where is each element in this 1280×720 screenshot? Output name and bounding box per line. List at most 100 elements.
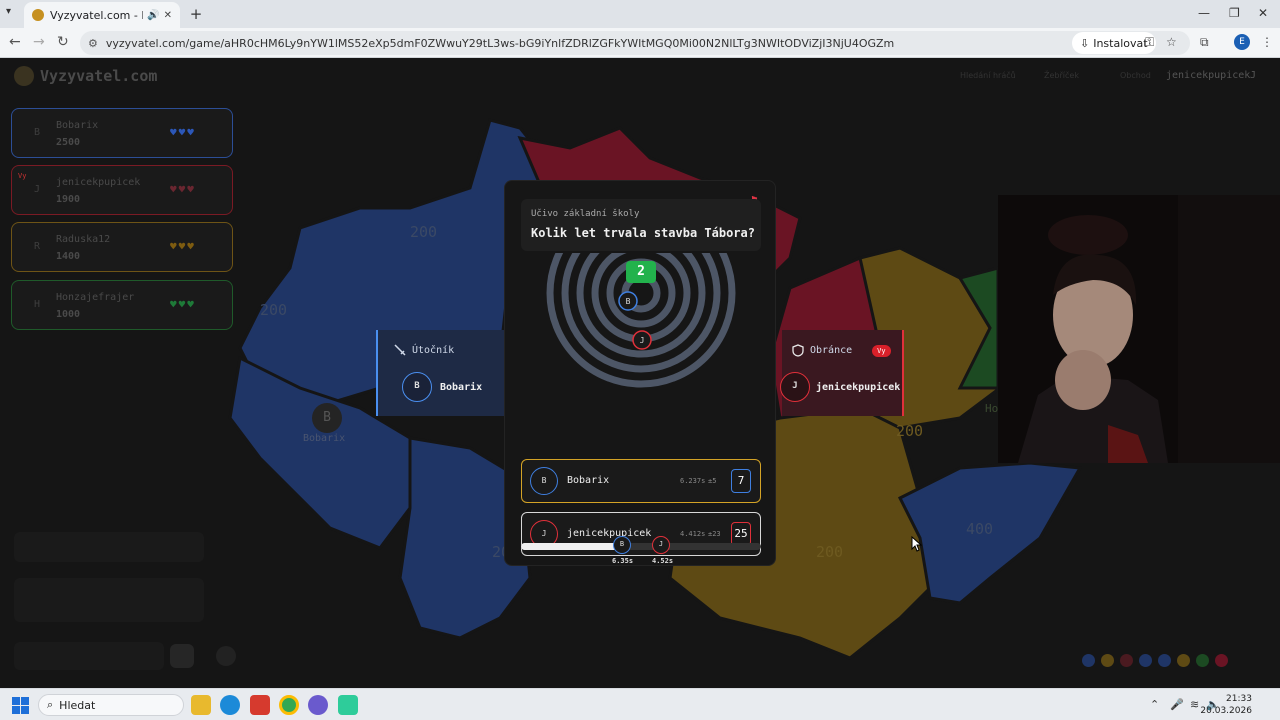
audio-playing-icon[interactable]: 🔊 [147,10,159,21]
answer-time: 6.237s [680,477,706,485]
partial-region-label: Ho [985,402,999,415]
reload-icon[interactable]: ↻ [57,34,69,50]
address-bar[interactable]: ⚙ vyzyvatel.com/game/aHR0cHM6Ly9nYW1lMS5… [80,31,1190,55]
profile-avatar[interactable]: E [1234,34,1250,50]
browser-tab-bar: ▾ Vyzyvatel.com - Komunitní 🔊 ✕ + — ❐ ✕ [0,0,1280,28]
target-marker-b: B [618,291,638,311]
clock-time: 21:33 [1226,694,1252,704]
attacker-avatar: B [402,372,432,402]
question-modal: ⚑ Učivo základní školy Kolik let trvala … [504,180,776,566]
timeline-label: 4.52s [652,557,674,565]
wifi-icon[interactable]: ≋ [1190,698,1199,711]
region-value: 200 [816,543,844,561]
chat-input[interactable] [14,642,164,670]
map-player-marker: B [312,403,342,433]
chat-tabs[interactable] [14,532,204,562]
defender-title-text: Obránce [810,345,853,356]
microphone-icon[interactable]: 🎤 [1170,698,1184,711]
player-score: 2500 [56,137,81,148]
search-icon: ⌕ [47,698,54,711]
answer-diff: ±5 [708,477,717,485]
app-icon[interactable] [338,695,358,715]
forward-icon[interactable]: → [33,34,45,50]
region-value: 200 [260,301,288,319]
system-clock[interactable]: 21:33 20.03.2026 [1200,693,1252,717]
timeline-label: 6.35s [612,557,634,565]
tab-close-icon[interactable]: ✕ [164,10,172,21]
nav-link-1[interactable]: Žebříček [1044,71,1079,80]
tab-search-icon[interactable]: ▾ [6,6,11,17]
edge-icon[interactable] [220,695,240,715]
taskbar-search-label: Hledat [59,698,96,712]
menu-kebab-icon[interactable]: ⋮ [1261,35,1273,49]
reaction-icon[interactable] [1139,654,1152,667]
player-score: 1400 [56,251,81,262]
answer-timeline: B 6.35s J 4.52s [521,536,761,565]
nav-link-2[interactable]: Obchod [1120,71,1151,80]
timeline-marker: J [652,536,670,554]
webcam-overlay [998,195,1280,463]
reaction-icon[interactable] [1101,654,1114,667]
correct-answer-badge: 2 [626,261,656,283]
defender-name: jenicekpupicek [816,382,901,393]
webcam-person-image [998,195,1280,463]
player-lives-hearts-icon: ♥♥♥ [170,298,196,311]
target-marker-j-initial: J [640,336,645,345]
reaction-icon[interactable] [1177,654,1190,667]
back-icon[interactable]: ← [9,34,21,50]
minimize-icon[interactable]: — [1198,6,1210,20]
defender-panel: Obránce Vy J jenicekpupicek [780,330,904,416]
site-logo[interactable]: Vyzyvatel.com [14,66,157,86]
emoji-icon[interactable] [216,646,236,666]
nav-link-0[interactable]: Hledání hráčů [960,71,1016,80]
target-marker-j: J [632,330,652,350]
restore-icon[interactable]: ❐ [1229,6,1240,20]
close-window-icon[interactable]: ✕ [1258,6,1268,20]
timeline-fill [521,543,622,550]
emoji-reactions [1082,654,1228,667]
player-initial: B [34,127,41,138]
reaction-icon[interactable] [1158,654,1171,667]
taskbar-search[interactable]: ⌕ Hledat [38,694,184,716]
answer-diff: ±23 [708,530,721,538]
bookmark-star-icon[interactable]: ☆ [1166,35,1177,49]
player-card: H Honzajefrajer 1000 ♥♥♥ [11,280,233,330]
tray-chevron-icon[interactable]: ⌃ [1150,698,1159,711]
password-key-icon[interactable]: ⚿ [1145,35,1154,50]
attacker-title-text: Útočník [412,344,455,356]
player-card: B Bobarix 2500 ♥♥♥ [11,108,233,158]
reaction-icon[interactable] [1120,654,1133,667]
shield-icon [792,344,804,357]
answer-avatar: B [530,467,558,495]
site-info-icon[interactable]: ⚙ [88,37,98,50]
question-category: Učivo základní školy [531,209,640,219]
discord-icon[interactable] [308,695,328,715]
map-player-marker-name: Bobarix [303,433,346,444]
file-explorer-icon[interactable] [191,695,211,715]
reaction-icon[interactable] [1196,654,1209,667]
reaction-icon[interactable] [1215,654,1228,667]
user-name[interactable]: jenicekpupicek [1166,70,1250,81]
player-lives-hearts-icon: ♥♥♥ [170,240,196,253]
player-card: R Raduska12 1400 ♥♥♥ [11,222,233,272]
install-label: Instalovat [1093,36,1148,50]
new-tab-button[interactable]: + [186,4,206,24]
answer-value: 7 [731,469,751,493]
attacker-title: Útočník [394,344,454,356]
send-button[interactable] [170,644,194,668]
chrome-icon[interactable] [279,695,299,715]
extensions-icon[interactable]: ⧉ [1200,35,1209,50]
region-value: 400 [966,520,994,538]
browser-tab[interactable]: Vyzyvatel.com - Komunitní 🔊 ✕ [24,2,180,28]
windows-taskbar: ⌕ Hledat ⌃ 🎤 ≋ 🔈 21:33 20.03.2026 [0,688,1280,720]
answer-player-name: Bobarix [567,475,610,486]
answer-row: B Bobarix 6.237s ±5 7 [521,459,761,503]
windows-start-icon[interactable] [12,697,29,714]
install-app-button[interactable]: ⇩ Instalovat [1072,32,1156,54]
logo-icon [14,66,34,86]
clock-date: 20.03.2026 [1200,706,1252,716]
logo-text: Vyzyvatel.com [40,67,158,85]
user-avatar[interactable]: J [1250,70,1256,81]
app-icon[interactable] [250,695,270,715]
reaction-icon[interactable] [1082,654,1095,667]
